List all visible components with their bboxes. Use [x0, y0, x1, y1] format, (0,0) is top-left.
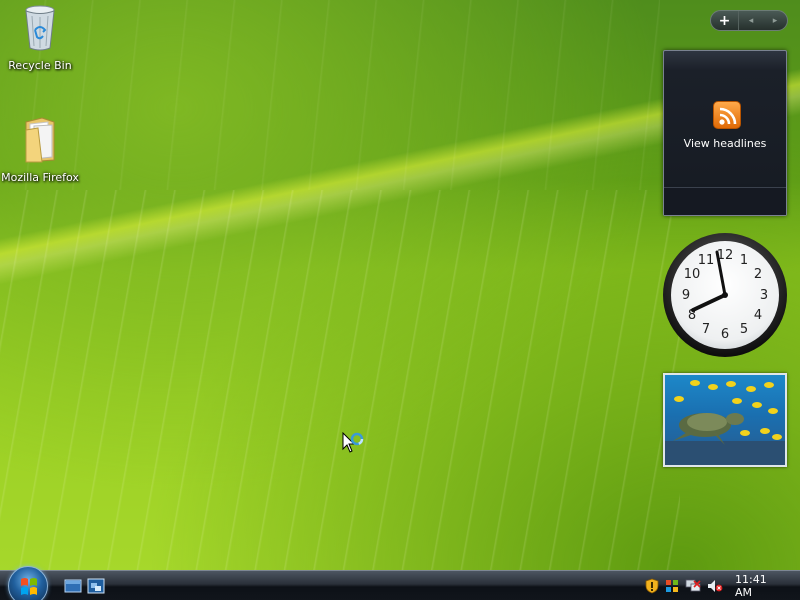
svg-text:7: 7	[702, 322, 710, 337]
switch-windows-icon	[87, 578, 105, 594]
system-tray: 11:41 AM	[645, 571, 800, 600]
wallpaper-veins	[0, 190, 680, 570]
rss-icon	[713, 101, 741, 129]
windows-flag-icon	[666, 580, 678, 592]
start-button[interactable]	[8, 566, 48, 600]
volume-muted-icon	[708, 580, 723, 592]
svg-text:6: 6	[721, 327, 729, 342]
taskbar: 11:41 AM	[0, 566, 800, 600]
svg-text:3: 3	[760, 288, 768, 303]
slideshow-gadget[interactable]	[663, 373, 787, 467]
add-gadget-button[interactable]: +	[711, 11, 739, 30]
svg-text:5: 5	[740, 322, 748, 337]
clock-icon: 12 1 2 3 4 5 6 7 8 9 10 11	[663, 233, 787, 357]
turtle-photo-image	[665, 380, 785, 465]
wallpaper-veins-top	[0, 0, 660, 190]
feed-headlines-gadget[interactable]: View headlines	[663, 50, 787, 216]
svg-text:2: 2	[754, 267, 762, 282]
desktop-icon-recycle-bin[interactable]: Recycle Bin	[0, 2, 80, 72]
sidebar-controls: + ◂ ▸	[710, 10, 788, 31]
show-desktop-button[interactable]	[64, 578, 82, 594]
prev-gadget-page-button[interactable]: ◂	[739, 16, 763, 26]
desktop-icon-mozilla-firefox[interactable]: Mozilla Firefox	[0, 116, 80, 184]
taskbar-clock[interactable]: 11:41 AM	[735, 573, 786, 599]
view-headlines-link[interactable]: View headlines	[664, 137, 786, 150]
volume-button[interactable]	[707, 579, 723, 593]
show-desktop-icon	[64, 579, 82, 593]
svg-text:10: 10	[684, 267, 701, 282]
start-orb-icon	[21, 578, 37, 595]
network-icon	[685, 579, 701, 592]
windows-flag-button[interactable]	[665, 579, 679, 593]
security-shield-button[interactable]	[645, 578, 659, 594]
next-gadget-page-button[interactable]: ▸	[763, 16, 787, 26]
svg-text:9: 9	[682, 288, 690, 303]
svg-text:4: 4	[754, 308, 762, 323]
clock-gadget[interactable]: 12 1 2 3 4 5 6 7 8 9 10 11	[662, 232, 788, 358]
svg-text:1: 1	[740, 253, 748, 268]
folder-icon	[0, 116, 80, 167]
feed-gadget-footer	[664, 187, 786, 215]
busy-cursor-icon	[342, 431, 366, 462]
desktop-icon-label: Mozilla Firefox	[1, 171, 79, 184]
svg-text:11: 11	[698, 253, 715, 268]
network-button[interactable]	[685, 579, 701, 593]
desktop-icon-label: Recycle Bin	[8, 59, 72, 72]
security-shield-icon	[645, 578, 659, 594]
switch-windows-button[interactable]	[87, 578, 105, 594]
recycle-bin-icon	[0, 2, 80, 55]
